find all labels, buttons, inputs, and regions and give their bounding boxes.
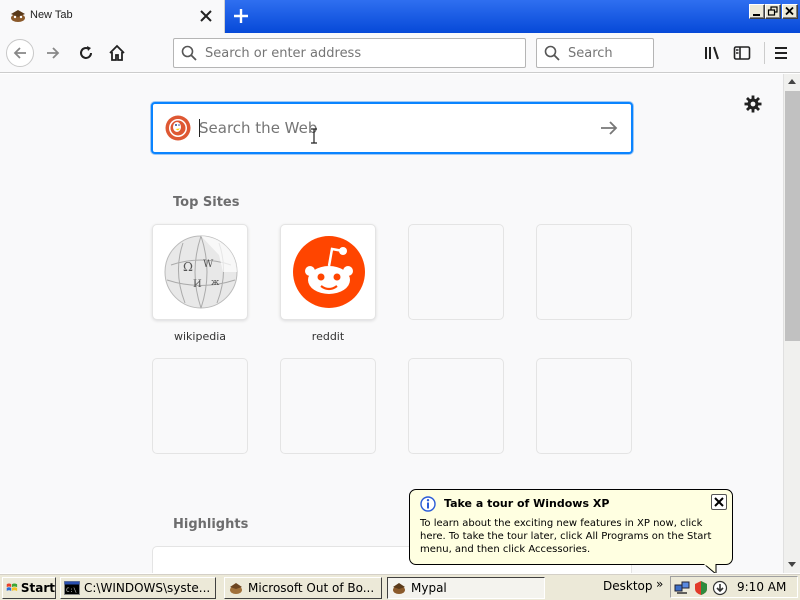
navigation-toolbar [0,33,800,73]
wikipedia-globe-icon: Ω W И ж [164,235,238,309]
system-tray: 9:10 AM [670,576,798,598]
desktop-toolbar-label[interactable]: Desktop [603,579,653,593]
balloon-title: Take a tour of Windows XP [444,497,610,510]
tab-new-tab[interactable]: New Tab [0,0,225,33]
close-icon [714,497,724,507]
mypal-icon [393,583,405,594]
cmd-icon: C:\ [64,581,80,595]
tour-balloon-tooltip[interactable]: Take a tour of Windows XP To learn about… [409,489,733,565]
top-sites-heading: Top Sites [173,195,240,210]
security-shield-icon[interactable] [693,580,709,596]
start-label: Start [20,581,55,595]
arrow-left-icon [13,47,26,59]
search-icon [544,45,560,61]
sidebar-icon [733,46,751,60]
back-button[interactable] [6,39,34,67]
taskbar: Start C:\ C:\WINDOWS\syste... Microsoft … [0,573,800,600]
toolbar-chevron[interactable]: » [656,577,663,591]
scroll-up-arrow-icon[interactable] [784,74,800,90]
text-cursor-icon [311,128,317,144]
library-button[interactable] [698,39,726,67]
clock[interactable]: 9:10 AM [737,580,786,594]
balloon-message[interactable]: To learn about the exciting new features… [420,517,726,556]
taskbar-item-label: Mypal [411,581,447,595]
taskbar-item-label: Microsoft Out of Bo... [248,581,375,595]
taskbar-item-label: C:\WINDOWS\syste... [84,581,211,595]
reload-button[interactable] [72,39,100,67]
top-site-tile-reddit[interactable] [280,224,376,320]
top-site-tile-empty[interactable] [152,358,248,454]
tab-strip: New Tab [0,0,800,33]
top-site-label[interactable]: wikipedia [152,330,248,343]
home-icon [109,44,125,61]
top-site-tile-empty[interactable] [408,224,504,320]
reload-icon [80,46,92,59]
restore-icon [767,6,778,16]
taskbar-item-oobe[interactable]: Microsoft Out of Bo... [224,577,382,599]
menu-button[interactable] [767,39,795,67]
vertical-scrollbar[interactable] [783,74,800,573]
new-tab-button[interactable] [229,5,253,27]
top-site-tile-empty[interactable] [536,358,632,454]
balloon-close-button[interactable] [711,494,727,510]
search-icon [181,45,197,61]
info-icon [420,496,436,512]
svg-text:C:\: C:\ [66,587,77,594]
gear-icon[interactable] [744,95,762,113]
start-button[interactable]: Start [2,577,56,599]
toolbar-separator [764,42,765,64]
arrow-right-icon [47,47,60,59]
search-bar[interactable] [536,38,654,68]
svg-text:W: W [203,259,214,270]
network-icon[interactable] [674,580,690,596]
scrollbar-thumb[interactable] [785,91,800,341]
sidebar-button[interactable] [728,39,756,67]
svg-text:Ω: Ω [183,260,193,274]
url-input[interactable] [205,46,515,61]
minimize-button[interactable] [749,4,765,19]
updates-icon[interactable] [712,580,728,596]
close-icon [785,6,794,16]
library-icon [705,46,719,60]
svg-text:И: И [193,279,202,290]
close-tab-icon[interactable] [199,9,213,23]
top-site-tile-wikipedia[interactable]: Ω W И ж [152,224,248,320]
restore-button[interactable] [765,4,781,19]
top-site-tile-empty[interactable] [408,358,504,454]
top-site-tile-empty[interactable] [280,358,376,454]
taskbar-item-cmd[interactable]: C:\ C:\WINDOWS\syste... [60,577,216,599]
web-search-box[interactable] [151,102,633,154]
mypal-icon [11,10,25,22]
window-close-button[interactable] [782,4,798,19]
minimize-icon [753,14,760,16]
forward-button[interactable] [39,39,67,67]
home-button[interactable] [103,39,131,67]
search-input[interactable] [568,46,648,61]
taskbar-item-mypal[interactable]: Mypal [387,577,545,599]
web-search-input[interactable] [199,119,579,137]
top-site-label[interactable]: reddit [280,330,376,343]
windows-flag-icon [6,583,18,591]
oobe-icon [230,583,242,594]
top-site-tile-empty[interactable] [536,224,632,320]
tab-title: New Tab [30,9,73,21]
scroll-down-arrow-icon[interactable] [784,556,800,572]
reddit-alien-icon [293,236,365,308]
browser-window: New Tab Search or enter address Search S… [0,0,800,573]
arrow-right-icon[interactable] [599,118,619,138]
duckduckgo-icon [165,115,191,141]
highlights-heading: Highlights [173,517,249,532]
text-caret [199,119,200,137]
url-bar[interactable] [173,38,526,68]
hamburger-menu-icon [775,47,787,59]
svg-text:ж: ж [211,278,220,288]
